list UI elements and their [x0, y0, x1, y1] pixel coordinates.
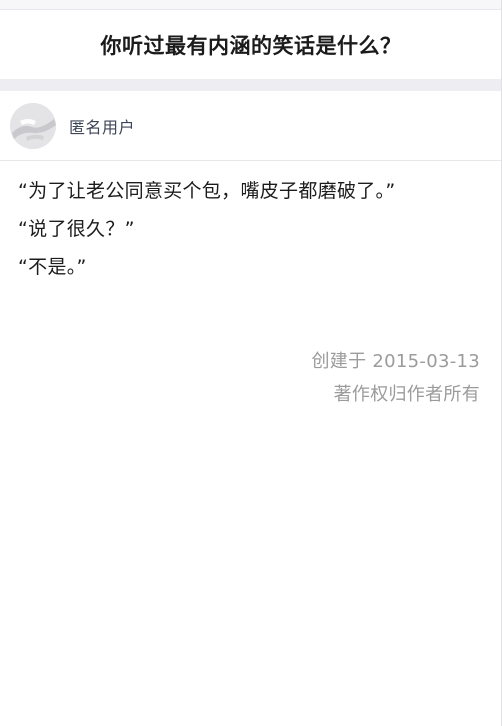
created-date: 创建于 2015-03-13: [311, 351, 480, 372]
copyright-notice: 著作权归作者所有: [333, 384, 480, 405]
question-title[interactable]: 你听过最有内涵的笑话是什么？: [101, 30, 402, 60]
top-divider: [0, 0, 502, 10]
anonymous-avatar-icon[interactable]: [10, 102, 56, 149]
question-header: 你听过最有内涵的笑话是什么？: [0, 10, 502, 79]
answer-line: “说了很久？”: [18, 218, 135, 240]
answer-body: “为了让老公同意买个包，嘴皮子都磨破了。” “说了很久？” “不是。”: [18, 172, 488, 286]
section-separator: [0, 79, 502, 91]
answer-line: “为了让老公同意买个包，嘴皮子都磨破了。”: [18, 180, 396, 202]
author-name[interactable]: 匿名用户: [69, 114, 135, 138]
author-row[interactable]: 匿名用户: [0, 91, 502, 161]
answer-line: “不是。”: [18, 256, 87, 278]
answer-meta: 创建于 2015-03-13 著作权归作者所有: [311, 345, 480, 411]
